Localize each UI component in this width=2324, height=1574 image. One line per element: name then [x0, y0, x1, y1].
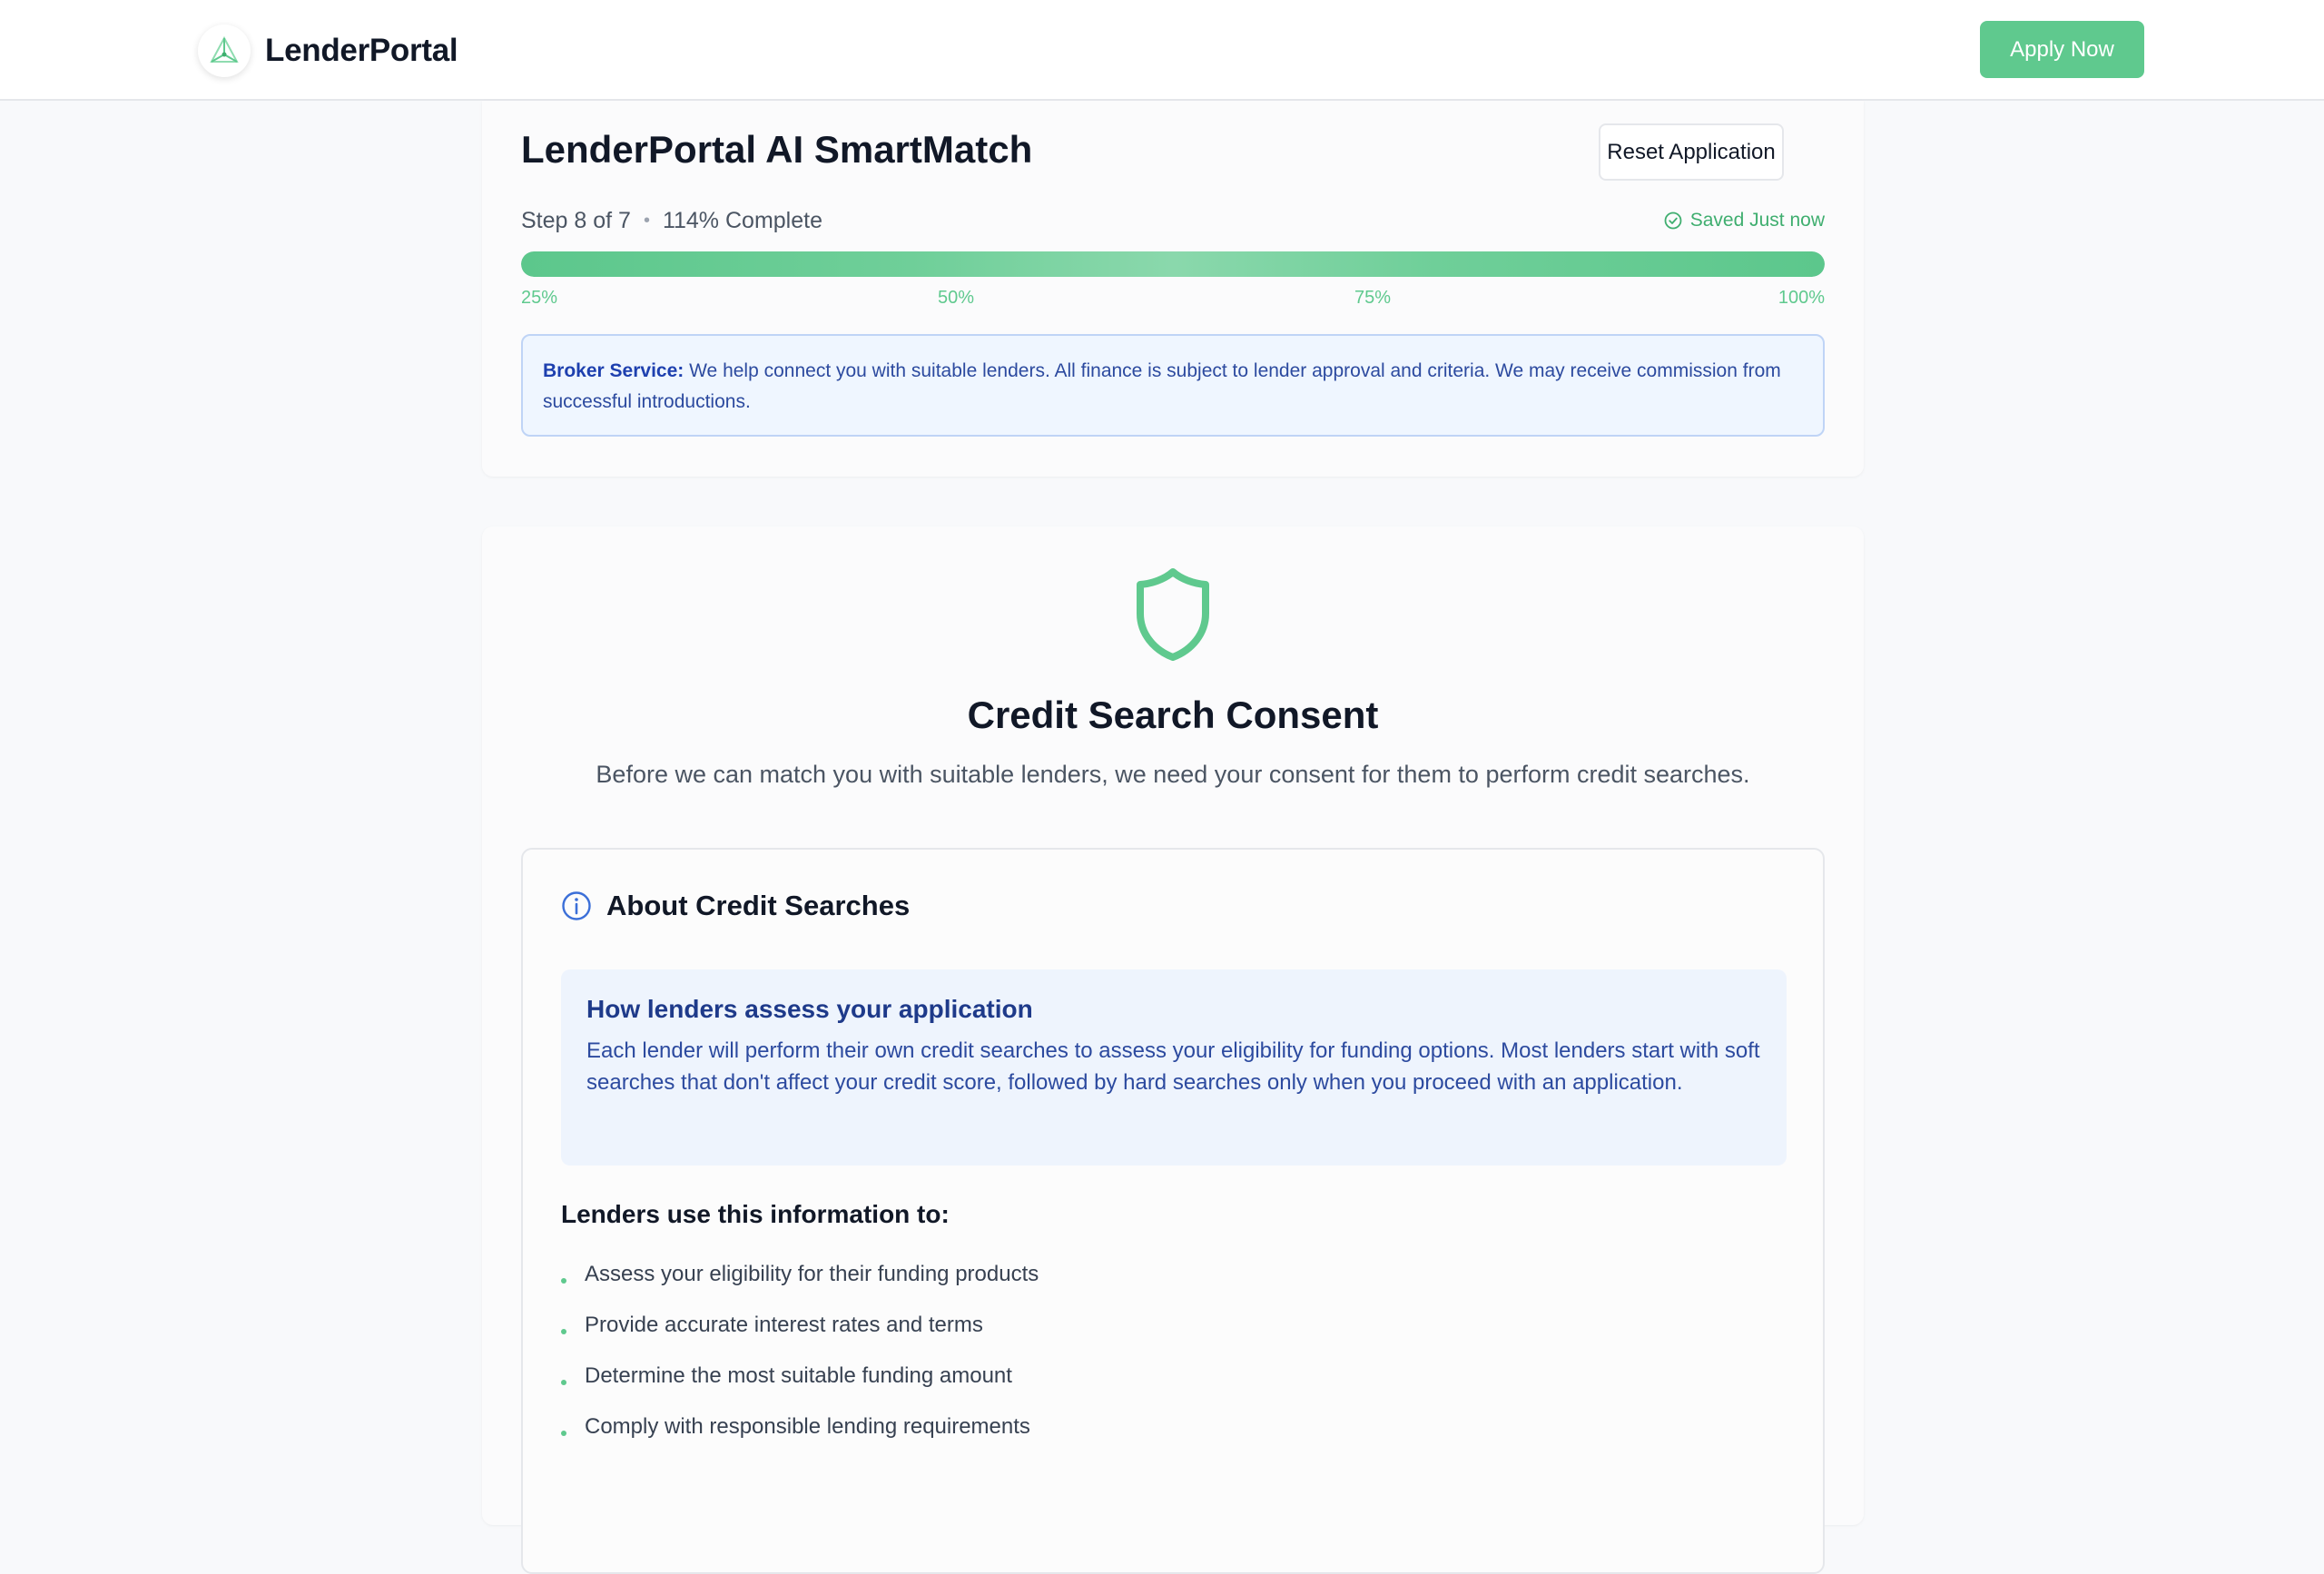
info-icon: [562, 891, 591, 920]
consent-subtitle: Before we can match you with suitable le…: [596, 761, 1750, 788]
apply-now-button[interactable]: Apply Now: [1980, 21, 2144, 78]
broker-service-notice: Broker Service: We help connect you with…: [521, 334, 1825, 437]
application-progress-card: LenderPortal AI SmartMatch Reset Applica…: [482, 101, 1864, 477]
bullet-dot: [561, 1380, 566, 1385]
tick-100: 100%: [1777, 288, 1825, 308]
list-item-text: Assess your eligibility for their fundin…: [585, 1262, 1039, 1286]
step-indicator: Step 8 of 7 • 114% Complete: [521, 208, 822, 234]
bullet-dot: [561, 1431, 566, 1436]
list-item: Provide accurate interest rates and term…: [561, 1300, 1039, 1351]
progress-ticks: 25% 50% 75% 100%: [521, 288, 1825, 311]
tick-75: 75%: [1354, 288, 1392, 308]
bullet-dot: [561, 1278, 566, 1284]
page-title: LenderPortal AI SmartMatch: [521, 128, 1033, 171]
triangle-network-icon: [198, 25, 251, 77]
brand[interactable]: LenderPortal: [198, 24, 458, 78]
how-title: How lenders assess your application: [586, 995, 1033, 1023]
step-text: Step 8 of 7: [521, 208, 631, 233]
save-status: Saved Just now: [1663, 210, 1825, 231]
how-lenders-assess-box: How lenders assess your application Each…: [561, 969, 1787, 1166]
shield-icon: [1137, 568, 1209, 661]
uses-title: Lenders use this information to:: [561, 1200, 950, 1228]
list-item: Comply with responsible lending requirem…: [561, 1402, 1039, 1452]
list-item-text: Provide accurate interest rates and term…: [585, 1313, 983, 1337]
credit-consent-card: Credit Search Consent Before we can matc…: [482, 526, 1864, 1574]
broker-text: We help connect you with suitable lender…: [543, 360, 1781, 412]
brand-name: LenderPortal: [265, 33, 458, 68]
bullet-dot: [561, 1329, 566, 1334]
tick-25: 25%: [521, 288, 558, 308]
step-separator: •: [643, 211, 650, 231]
uses-list: Assess your eligibility for their fundin…: [561, 1249, 1039, 1452]
progress-bar: [521, 251, 1825, 277]
tick-50: 50%: [938, 288, 975, 308]
check-circle-icon: [1664, 212, 1682, 230]
about-credit-searches-panel: About Credit Searches How lenders assess…: [521, 848, 1825, 1574]
reset-application-button[interactable]: Reset Application: [1599, 123, 1784, 181]
consent-title: Credit Search Consent: [967, 694, 1379, 736]
about-header: About Credit Searches: [561, 890, 910, 922]
percent-complete: 114% Complete: [662, 208, 822, 233]
top-navigation-bar: LenderPortal Apply Now: [0, 0, 2324, 101]
saved-text: Saved Just now: [1689, 210, 1825, 231]
list-item-text: Determine the most suitable funding amou…: [585, 1363, 1012, 1388]
list-item-text: Comply with responsible lending requirem…: [585, 1414, 1030, 1439]
how-text: Each lender will perform their own credi…: [586, 1038, 1760, 1095]
about-title: About Credit Searches: [606, 890, 911, 921]
progress-bar-fill: [521, 251, 1825, 277]
list-item: Assess your eligibility for their fundin…: [561, 1249, 1039, 1300]
broker-label: Broker Service:: [543, 360, 684, 381]
list-item: Determine the most suitable funding amou…: [561, 1351, 1039, 1402]
